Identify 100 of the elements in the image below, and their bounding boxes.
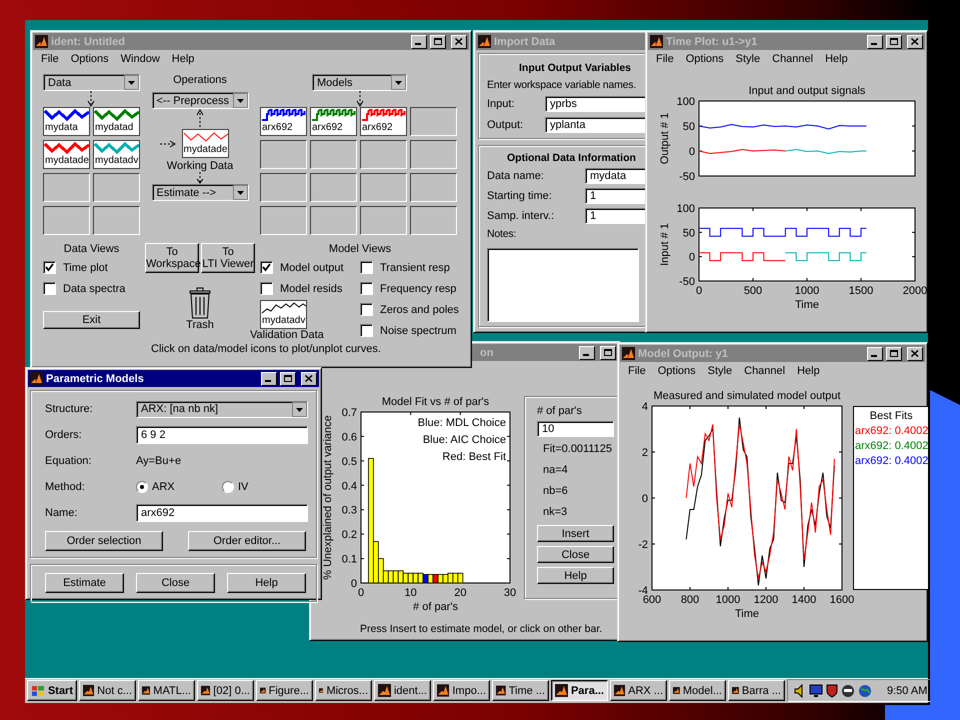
input-field[interactable]: 1 <box>585 188 647 204</box>
empty-slot[interactable] <box>43 206 90 235</box>
taskbar-button[interactable]: Time ... <box>492 680 549 701</box>
round-tray-icon[interactable] <box>841 684 855 698</box>
dialog-button[interactable]: Order editor... <box>188 531 306 551</box>
dropdown[interactable]: Models <box>312 74 407 91</box>
dialog-button[interactable]: Order selection <box>45 531 163 551</box>
close-button[interactable] <box>451 34 467 48</box>
working-data-tile[interactable]: mydatade <box>182 129 228 158</box>
exit-button[interactable]: Exit <box>43 311 140 329</box>
model-tile[interactable]: arx692 <box>360 107 407 136</box>
menu-item[interactable]: File <box>656 53 674 67</box>
menu-item[interactable]: Help <box>172 53 194 67</box>
empty-slot[interactable] <box>310 206 357 235</box>
menu-item[interactable]: Help <box>797 365 820 379</box>
empty-slot[interactable] <box>260 140 307 169</box>
menu-item[interactable]: Style <box>736 53 760 67</box>
taskbar-button[interactable]: Impo... <box>433 680 490 701</box>
empty-slot[interactable] <box>260 206 307 235</box>
input-field[interactable]: 10 <box>537 421 614 437</box>
taskbar-button[interactable]: MATL... <box>138 680 195 701</box>
radio-button[interactable] <box>222 481 234 493</box>
dialog-button[interactable]: Estimate <box>45 573 124 593</box>
minimize-button[interactable] <box>867 346 883 360</box>
menu-item[interactable]: Options <box>658 365 696 379</box>
empty-slot[interactable] <box>43 173 90 202</box>
checkbox[interactable] <box>260 261 273 274</box>
empty-slot[interactable] <box>410 173 457 202</box>
minimize-button[interactable] <box>579 346 595 360</box>
shield-icon[interactable] <box>826 684 838 698</box>
menu-item[interactable]: Help <box>825 53 848 67</box>
taskbar-button[interactable]: Figure... <box>256 680 313 701</box>
menu-item[interactable]: Options <box>686 53 724 67</box>
notes-field[interactable] <box>487 248 639 322</box>
checkbox[interactable] <box>43 282 56 295</box>
taskbar-button[interactable]: ident... <box>374 680 431 701</box>
checkbox[interactable] <box>260 282 273 295</box>
empty-slot[interactable] <box>310 173 357 202</box>
taskbar-button[interactable]: Model... <box>669 680 726 701</box>
taskbar-button[interactable]: ARX ... <box>610 680 667 701</box>
start-button[interactable]: Start <box>27 680 77 701</box>
checkbox[interactable] <box>360 261 373 274</box>
input-field[interactable]: 6 9 2 <box>136 426 308 444</box>
empty-slot[interactable] <box>260 173 307 202</box>
menu-item[interactable]: File <box>628 365 646 379</box>
maximize-button[interactable] <box>600 346 616 360</box>
globe-icon[interactable] <box>858 684 872 698</box>
input-field[interactable]: yplanta <box>545 117 648 133</box>
empty-slot[interactable] <box>360 140 407 169</box>
input-field[interactable]: 1 <box>585 208 647 224</box>
to-lti-viewer-button[interactable]: To LTI Viewer <box>201 243 255 273</box>
maximize-button[interactable] <box>280 372 296 386</box>
monitor-icon[interactable] <box>809 684 823 698</box>
model-tile[interactable]: arx692 <box>260 107 307 136</box>
dropdown[interactable]: <-- Preprocess <box>152 92 248 109</box>
data-set-tile[interactable]: mydata <box>43 107 90 136</box>
empty-slot[interactable] <box>310 140 357 169</box>
checkbox[interactable] <box>360 303 373 316</box>
dropdown[interactable]: ARX: [na nb nk] <box>136 400 308 418</box>
dropdown[interactable]: Estimate --> <box>152 184 248 201</box>
legend-entry[interactable]: arx692: 0.4002 <box>854 440 928 452</box>
taskbar-button[interactable]: Micros... <box>315 680 372 701</box>
menu-item[interactable]: Channel <box>744 365 786 379</box>
data-set-tile[interactable]: mydatadv <box>93 140 140 169</box>
minimize-button[interactable] <box>411 34 427 48</box>
data-set-tile[interactable]: mydatad <box>93 107 140 136</box>
legend-entry[interactable]: arx692: 0.4002 <box>854 455 928 467</box>
minimize-button[interactable] <box>261 372 277 386</box>
empty-slot[interactable] <box>410 140 457 169</box>
data-set-tile[interactable]: mydatade <box>43 140 90 169</box>
menu-item[interactable]: File <box>41 53 59 67</box>
checkbox[interactable] <box>43 261 56 274</box>
close-button[interactable] <box>907 34 923 48</box>
menu-item[interactable]: Style <box>708 365 732 379</box>
maximize-button[interactable] <box>430 34 446 48</box>
menu-item[interactable]: Window <box>120 53 160 67</box>
taskbar-button[interactable]: Not c... <box>79 680 136 701</box>
checkbox[interactable] <box>360 324 373 337</box>
menu-item[interactable]: Channel <box>772 53 814 67</box>
dropdown[interactable]: Data <box>43 74 140 91</box>
panel-button[interactable]: Help <box>537 567 614 584</box>
dialog-button[interactable]: Help <box>227 573 306 593</box>
input-field[interactable]: yprbs <box>545 96 648 112</box>
close-button[interactable] <box>301 372 317 386</box>
minimize-button[interactable] <box>867 34 883 48</box>
input-field[interactable]: mydata <box>585 168 647 184</box>
taskbar-button[interactable]: Barra ... <box>728 680 785 701</box>
validation-data-tile[interactable]: mydatadv <box>260 300 307 329</box>
empty-slot[interactable] <box>93 206 140 235</box>
panel-button[interactable]: Insert <box>537 525 614 542</box>
panel-button[interactable]: Close <box>537 546 614 563</box>
empty-slot[interactable] <box>360 173 407 202</box>
model-tile[interactable]: arx692 <box>310 107 357 136</box>
maximize-button[interactable] <box>886 346 902 360</box>
taskbar-button[interactable]: Para... <box>551 680 608 701</box>
empty-slot[interactable] <box>410 206 457 235</box>
close-button[interactable] <box>907 346 923 360</box>
input-field[interactable]: arx692 <box>136 504 308 522</box>
empty-slot[interactable] <box>410 107 457 136</box>
empty-slot[interactable] <box>93 173 140 202</box>
